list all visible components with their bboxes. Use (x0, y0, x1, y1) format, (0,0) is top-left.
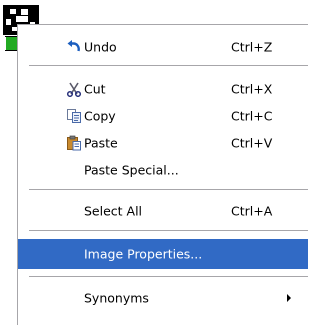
menu-item-shortcut: Ctrl+A (231, 203, 273, 219)
menu-item-paste[interactable]: Paste Ctrl+V (18, 128, 308, 158)
context-menu: Undo Ctrl+Z Cut Ctrl+X Copy Ctrl+C Paste… (17, 24, 308, 325)
menu-item-label: Synonyms (84, 290, 149, 306)
paste-icon (67, 135, 81, 151)
menu-item-label: Undo (84, 39, 117, 55)
scissors-icon (66, 82, 82, 97)
menu-item-shortcut: Ctrl+V (231, 135, 273, 151)
menu-item-shortcut: Ctrl+X (231, 81, 273, 97)
undo-icon (67, 40, 80, 52)
menu-item-shortcut: Ctrl+C (231, 108, 273, 124)
menu-item-label: Cut (84, 81, 106, 97)
menu-item-select-all[interactable]: Select All Ctrl+A (18, 196, 308, 226)
menu-item-label: Paste Special... (84, 162, 179, 178)
menu-item-cut[interactable]: Cut Ctrl+X (18, 74, 308, 104)
menu-item-shortcut: Ctrl+Z (231, 39, 273, 55)
menu-item-label: Image Properties... (84, 246, 203, 262)
menu-item-undo[interactable]: Undo Ctrl+Z (18, 32, 308, 62)
copy-icon (67, 109, 81, 123)
menu-separator (29, 189, 308, 190)
menu-item-image-properties[interactable]: Image Properties... (18, 239, 308, 269)
menu-item-synonyms[interactable]: Synonyms (18, 283, 308, 313)
menu-separator (29, 230, 308, 231)
menu-item-copy[interactable]: Copy Ctrl+C (18, 101, 308, 131)
menu-item-paste-special[interactable]: Paste Special... (18, 155, 308, 185)
menu-separator (29, 276, 308, 277)
menu-item-label: Copy (84, 108, 116, 124)
submenu-arrow-icon (287, 294, 291, 302)
menu-item-label: Select All (84, 203, 143, 219)
menu-separator (29, 65, 308, 66)
menu-item-label: Paste (84, 135, 118, 151)
